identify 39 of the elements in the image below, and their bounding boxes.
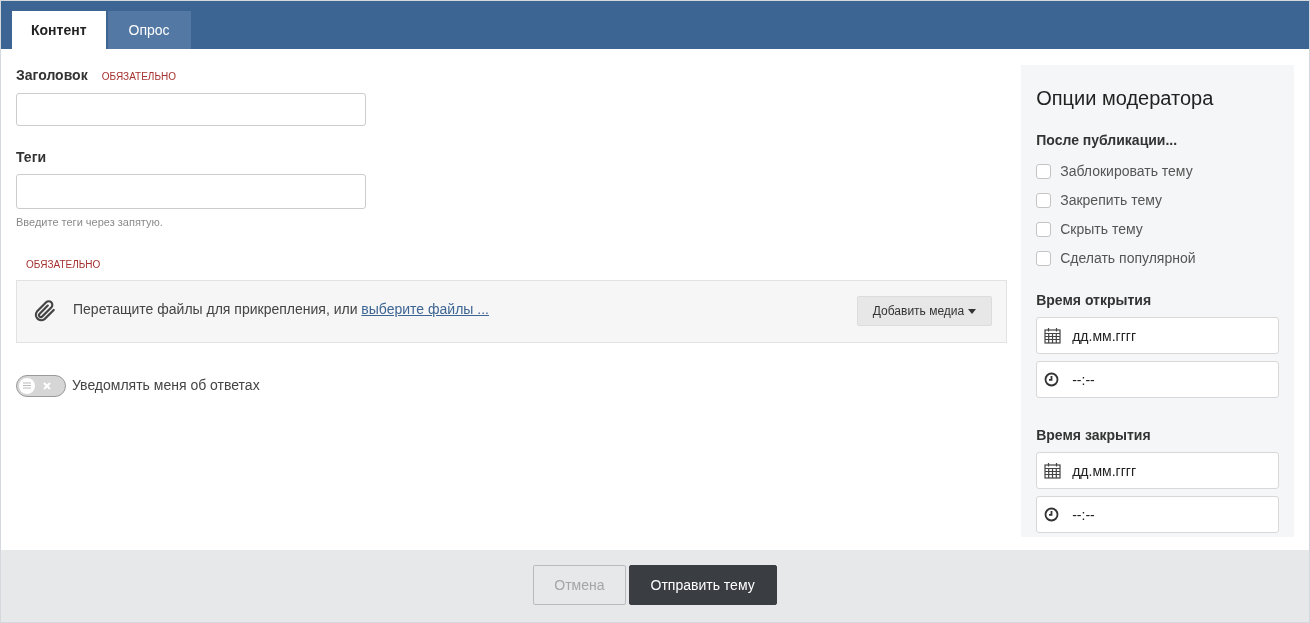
title-input[interactable] bbox=[16, 93, 366, 126]
date-input[interactable]: дд.мм.гггг bbox=[1036, 317, 1279, 354]
clock-icon bbox=[1044, 507, 1060, 522]
section-label: Время закрытия bbox=[1036, 426, 1152, 445]
tab[interactable]: Опрос bbox=[107, 11, 191, 49]
checkbox[interactable] bbox=[1036, 222, 1052, 237]
submit-button[interactable]: Отправить тему bbox=[628, 565, 777, 605]
checkbox-label: Сделать популярной bbox=[1060, 249, 1196, 268]
checkbox-label: Закрепить тему bbox=[1060, 191, 1162, 210]
time-input[interactable]: --:-- bbox=[1036, 361, 1279, 398]
add-media-button[interactable]: Добавить медиа bbox=[856, 296, 993, 326]
section-label: Время открытия bbox=[1036, 291, 1153, 310]
panel-title: Опции модератора bbox=[1036, 86, 1215, 111]
close-icon bbox=[43, 381, 51, 390]
tab[interactable]: Контент bbox=[12, 11, 106, 49]
time-input[interactable]: --:-- bbox=[1036, 496, 1279, 533]
clock-icon bbox=[1044, 372, 1060, 387]
checkbox[interactable] bbox=[1036, 251, 1052, 266]
checkbox-label: Скрыть тему bbox=[1060, 220, 1143, 239]
date-input[interactable]: дд.мм.гггг bbox=[1036, 452, 1279, 489]
checkbox[interactable] bbox=[1036, 193, 1052, 208]
tags-input[interactable] bbox=[16, 174, 366, 209]
calendar-icon bbox=[1044, 327, 1062, 344]
field-label: Заголовок bbox=[16, 66, 88, 85]
grip-lines-icon bbox=[23, 382, 31, 389]
dropzone-text: Перетащите файлы для прикрепления, или bbox=[73, 300, 358, 317]
checkbox[interactable] bbox=[1036, 164, 1052, 179]
notify-toggle[interactable] bbox=[16, 374, 66, 397]
field-hint: Введите теги через запятую. bbox=[16, 215, 164, 230]
required-label: ОБЯЗАТЕЛЬНО bbox=[101, 70, 176, 84]
choose-files-link[interactable]: выберите файлы ... bbox=[361, 300, 489, 317]
checkbox-label: Заблокировать тему bbox=[1060, 162, 1193, 181]
calendar-icon bbox=[1044, 462, 1062, 479]
caret-icon bbox=[968, 308, 977, 314]
toggle-label: Уведомлять меня об ответах bbox=[72, 376, 260, 395]
required-label: ОБЯЗАТЕЛЬНО bbox=[26, 257, 102, 272]
attachment-dropzone[interactable]: Перетащите файлы для прикрепления, или выберите файлы ... Добавить медиа bbox=[16, 279, 1008, 343]
section-label: После публикации... bbox=[1036, 131, 1179, 150]
field-label: Теги bbox=[16, 148, 48, 167]
